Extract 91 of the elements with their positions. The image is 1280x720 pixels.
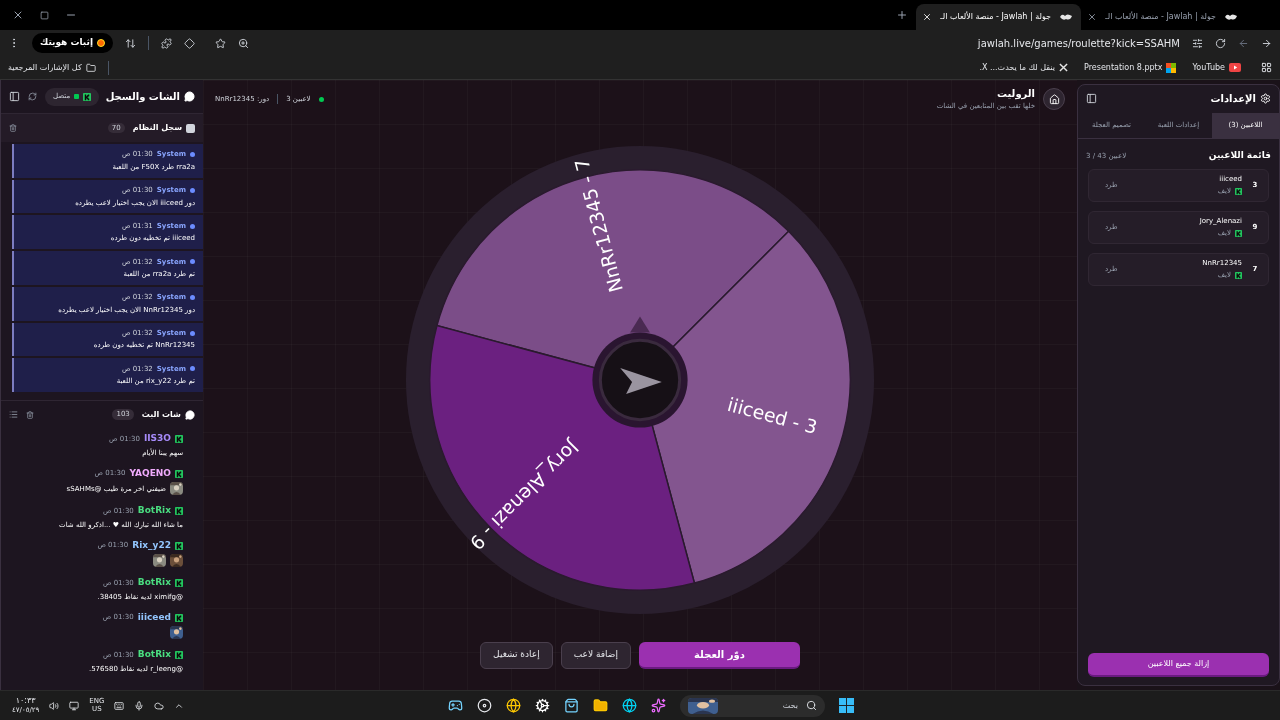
sort-icon[interactable] (125, 37, 136, 49)
start-icon[interactable] (839, 698, 854, 713)
home-button[interactable] (1043, 88, 1065, 110)
action-button[interactable]: دوّر العجلة (638, 641, 800, 669)
logo-icon (175, 541, 183, 550)
chat-icon (185, 409, 195, 420)
chat-username[interactable]: BotRix (137, 504, 171, 518)
panel-title: الإعدادات (1210, 91, 1256, 106)
trash-icon[interactable] (26, 410, 34, 419)
bookmark[interactable]: Presentation 8.pptx (1084, 61, 1177, 74)
home-icon (1048, 93, 1060, 105)
logo-icon (175, 506, 183, 515)
bookmark[interactable]: ينقل لك ما يحدث... X. (979, 61, 1068, 74)
logo-icon (175, 469, 183, 478)
list-icon[interactable] (9, 410, 18, 419)
folder-icon[interactable] (593, 698, 608, 713)
game-icon[interactable] (448, 698, 463, 713)
close-icon[interactable] (12, 9, 24, 21)
browser-tab[interactable]: جولة | Jawlah - منصة الألعاب الـ (916, 4, 1081, 30)
bookmark[interactable]: YouTube (1192, 61, 1241, 74)
apps-icon[interactable] (1261, 62, 1272, 73)
wheel-hub[interactable] (592, 332, 688, 428)
new-tab-icon[interactable] (896, 9, 908, 21)
logo-icon (1235, 187, 1242, 195)
keyboard-icon[interactable] (114, 700, 125, 711)
sparkle-icon[interactable] (651, 698, 666, 713)
logo-icon (1224, 13, 1238, 21)
logo-icon (1235, 271, 1242, 279)
mic-icon[interactable] (134, 700, 145, 711)
logo-icon (83, 92, 92, 101)
search-placeholder: بحث (781, 699, 798, 712)
chat-username[interactable]: Rix_y22 (132, 538, 171, 553)
cloud-icon[interactable] (154, 700, 165, 711)
zoom-icon[interactable] (238, 37, 249, 49)
cross-icon (1059, 63, 1068, 72)
segment-label: iiiceed - 3 (725, 393, 820, 438)
search-field[interactable]: بحث (680, 694, 825, 717)
log-icon (186, 123, 195, 133)
status-icon (97, 39, 105, 47)
search-icon (806, 700, 817, 711)
chat-username[interactable]: IIS3O (143, 432, 171, 446)
chat-username[interactable]: iiiceed (137, 610, 171, 625)
action-button[interactable]: إعادة تشغيل (480, 641, 553, 669)
chat-username[interactable]: BotRix (137, 648, 171, 662)
reload-icon[interactable] (1215, 37, 1226, 49)
clock-time[interactable]: ١٠:٣٣ (15, 697, 36, 705)
section-title: سجل النظام (132, 122, 182, 134)
refresh-icon[interactable] (28, 92, 37, 101)
settings-icon[interactable] (535, 698, 550, 713)
action-button[interactable]: إضافة لاعب (560, 641, 631, 669)
list-title: قائمة اللاعبين (1208, 149, 1271, 163)
settings-icon (1260, 92, 1271, 104)
game-title: الروليت (995, 87, 1035, 102)
close-icon[interactable] (1087, 12, 1098, 22)
restore-icon[interactable] (40, 10, 49, 20)
browser-tab[interactable]: جولة | Jawlah - منصة الألعاب الـ (1081, 4, 1246, 30)
clear-players-button[interactable]: إزالة جميع اللاعبين (1088, 653, 1269, 677)
panel-title: الشات والسجل (105, 90, 180, 104)
chat-icon (184, 91, 195, 102)
trash-icon[interactable] (9, 124, 17, 132)
pointer-icon (630, 316, 650, 333)
browser-icon[interactable] (622, 698, 637, 713)
browser-icon[interactable] (506, 698, 521, 713)
volume-icon[interactable] (49, 700, 60, 711)
document-icon (1166, 62, 1177, 73)
chat-username[interactable]: BotRix (137, 576, 171, 590)
play-icon (1229, 63, 1241, 72)
extension-icon[interactable] (161, 37, 172, 49)
bookmark-folder[interactable]: كل الإشارات المرجعية (8, 61, 96, 74)
star-icon[interactable] (215, 37, 226, 49)
site-settings-icon[interactable] (1192, 37, 1203, 49)
panel-toggle-icon[interactable] (9, 91, 20, 102)
logo-icon (175, 650, 183, 659)
diamond-icon[interactable] (184, 37, 195, 49)
section-title: شات البث (141, 408, 181, 421)
panel-toggle-icon[interactable] (1086, 92, 1097, 104)
logo-icon (175, 613, 183, 622)
logo-icon (1235, 229, 1242, 237)
logo-icon (175, 578, 183, 587)
back-icon[interactable] (1238, 37, 1249, 49)
chat-username[interactable]: YAQENO (129, 466, 171, 481)
forward-icon[interactable] (1261, 37, 1272, 49)
disc-icon[interactable] (477, 698, 492, 713)
close-icon[interactable] (922, 12, 933, 22)
profile-button[interactable]: إثبات هويتك (32, 33, 113, 53)
logo-icon (1059, 13, 1073, 21)
display-icon[interactable] (69, 700, 80, 711)
folder-icon (85, 62, 96, 73)
store-icon[interactable] (564, 698, 579, 713)
url-field[interactable]: jawlah.live/games/roulette?kick=SSAHM (261, 35, 1180, 51)
logo-icon (175, 434, 183, 443)
